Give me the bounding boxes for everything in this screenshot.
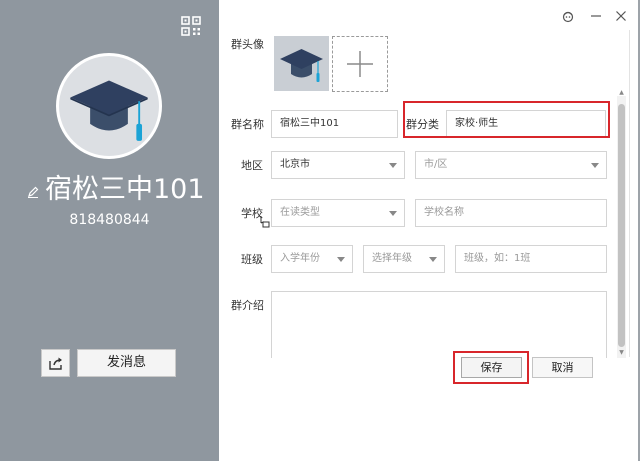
edit-icon[interactable] — [27, 183, 39, 198]
grade-select[interactable]: 选择年级 — [363, 245, 445, 273]
avatar-label: 群头像 — [231, 38, 264, 51]
chevron-down-icon — [591, 163, 599, 168]
class-input[interactable]: 班级，如：1班 — [455, 245, 607, 273]
graduation-cap-icon — [70, 80, 148, 141]
school-type-placeholder: 在读类型 — [280, 207, 320, 218]
group-name: 宿松三中101 — [45, 174, 205, 205]
group-avatar — [56, 53, 162, 159]
city-select[interactable]: 北京市 — [271, 151, 405, 179]
city-value: 北京市 — [280, 159, 310, 170]
district-placeholder: 市/区 — [424, 159, 448, 170]
class-label: 班级 — [241, 253, 263, 266]
chevron-down-icon — [389, 211, 397, 216]
divider — [629, 30, 630, 357]
school-name-input[interactable]: 学校名称 — [415, 199, 607, 227]
avatar-thumbnail[interactable] — [274, 36, 329, 91]
scrollbar-thumb[interactable] — [618, 104, 625, 347]
school-type-select[interactable]: 在读类型 — [271, 199, 405, 227]
name-label: 群名称 — [231, 118, 264, 131]
cursor-icon — [259, 214, 271, 228]
chevron-down-icon — [337, 257, 345, 262]
intro-label: 群介绍 — [231, 299, 264, 312]
group-number: 818480844 — [69, 212, 150, 228]
highlight-box — [403, 101, 610, 138]
scroll-down-icon[interactable]: ▼ — [617, 350, 626, 356]
send-message-button[interactable]: 发消息 — [77, 349, 176, 377]
enroll-year-select[interactable]: 入学年份 — [271, 245, 353, 273]
add-avatar-button[interactable] — [332, 36, 388, 92]
graduation-cap-icon — [280, 49, 323, 82]
qr-code-icon[interactable] — [181, 16, 201, 36]
face-icon[interactable] — [561, 8, 575, 23]
region-label: 地区 — [241, 159, 263, 172]
district-select[interactable]: 市/区 — [415, 151, 607, 179]
cancel-button[interactable]: 取消 — [532, 357, 593, 378]
enroll-year-placeholder: 入学年份 — [280, 253, 320, 264]
chevron-down-icon — [429, 257, 437, 262]
grade-placeholder: 选择年级 — [372, 253, 412, 264]
chevron-down-icon — [389, 163, 397, 168]
close-icon[interactable] — [614, 8, 628, 22]
share-icon — [49, 357, 62, 370]
group-name-input[interactable]: 宿松三中101 — [271, 110, 398, 138]
highlight-box — [453, 351, 529, 384]
plus-icon — [347, 51, 373, 77]
minimize-icon[interactable] — [589, 8, 603, 22]
intro-textarea[interactable] — [271, 291, 607, 358]
share-button[interactable] — [41, 349, 70, 377]
